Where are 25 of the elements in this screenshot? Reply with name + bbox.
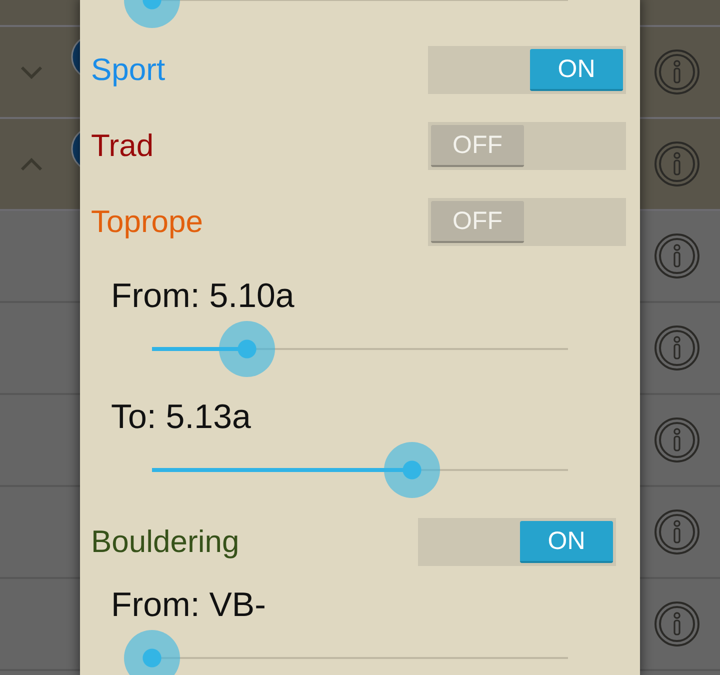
toggle-thumb: ON <box>520 521 613 563</box>
toggle-switch[interactable]: ON <box>418 518 616 566</box>
toggle-thumb: OFF <box>431 125 524 167</box>
toggle-thumb: OFF <box>431 201 524 243</box>
category-label: Sport <box>91 52 166 88</box>
slider-thumb[interactable] <box>124 630 180 675</box>
info-icon[interactable] <box>654 233 700 279</box>
toggle-switch[interactable]: ON <box>428 46 626 94</box>
category-label: Bouldering <box>91 524 240 560</box>
info-icon[interactable] <box>654 49 700 95</box>
grade-label: From: 5.10a <box>110 276 296 317</box>
info-icon[interactable] <box>654 509 700 555</box>
info-icon[interactable] <box>654 141 700 187</box>
grade-label: From: VB- <box>110 585 267 626</box>
info-icon[interactable] <box>654 601 700 647</box>
category-label: Trad <box>91 128 154 164</box>
toggle-switch[interactable]: OFF <box>428 198 626 246</box>
category-label: Toprope <box>91 204 204 240</box>
toggle-thumb: ON <box>530 49 623 91</box>
grade-label: To: 5.13a <box>110 397 252 438</box>
chevron-down-icon[interactable] <box>20 66 43 78</box>
info-icon[interactable] <box>654 325 700 371</box>
info-icon[interactable] <box>654 417 700 463</box>
chevron-up-icon[interactable] <box>20 158 43 170</box>
toggle-switch[interactable]: OFF <box>428 122 626 170</box>
